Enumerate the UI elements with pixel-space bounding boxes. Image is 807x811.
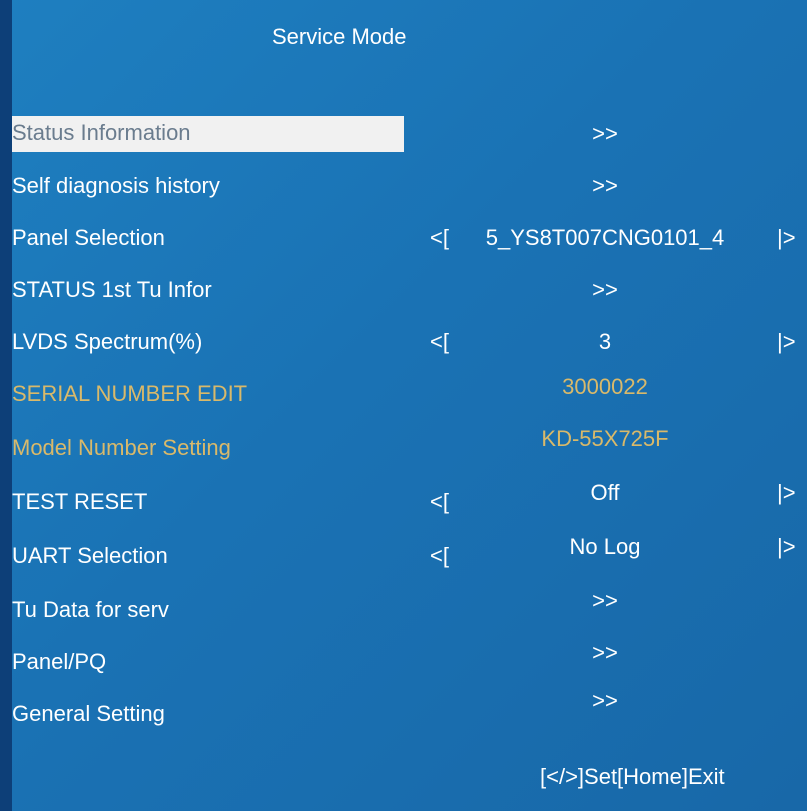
menu-item-test-reset[interactable]: TEST RESET <[ Off |> (0, 480, 807, 524)
setting-value: KD-55X725F (541, 426, 669, 451)
submenu-indicator: >> (592, 688, 618, 713)
increase-arrow-icon[interactable]: |> (777, 225, 796, 251)
menu-item-self-diagnosis-history[interactable]: Self diagnosis history >> (0, 168, 807, 208)
menu-item-tu-data-for-serv[interactable]: Tu Data for serv >> (0, 588, 807, 632)
submenu-indicator: >> (592, 588, 618, 613)
menu-item-label: General Setting (12, 701, 165, 726)
menu-item-label: Tu Data for serv (12, 597, 169, 622)
menu-item-label: STATUS 1st Tu Infor (12, 277, 212, 302)
decrease-arrow-icon[interactable]: <[ (430, 329, 449, 355)
page-title: Service Mode (272, 24, 407, 49)
setting-value: No Log (569, 534, 641, 559)
setting-value: 5_YS8T007CNG0101_4 (485, 225, 725, 250)
decrease-arrow-icon[interactable]: <[ (430, 543, 449, 569)
increase-arrow-icon[interactable]: |> (777, 329, 796, 355)
increase-arrow-icon[interactable]: |> (777, 534, 796, 560)
key-hint-footer: [</>]Set[Home]Exit (540, 764, 725, 789)
menu-item-label: SERIAL NUMBER EDIT (12, 381, 248, 406)
menu-item-panel-selection[interactable]: Panel Selection <[ 5_YS8T007CNG0101_4 |> (0, 220, 807, 260)
menu-item-label: Self diagnosis history (12, 173, 220, 198)
menu-item-serial-number-edit[interactable]: SERIAL NUMBER EDIT 3000022 (0, 374, 807, 416)
menu-item-label: Status Information (12, 116, 404, 152)
menu-item-label: Panel/PQ (12, 649, 107, 674)
decrease-arrow-icon[interactable]: <[ (430, 489, 449, 515)
menu-item-general-setting[interactable]: General Setting >> (0, 688, 807, 736)
menu-item-label: TEST RESET (12, 489, 148, 514)
menu-item-uart-selection[interactable]: UART Selection <[ No Log |> (0, 534, 807, 578)
increase-arrow-icon[interactable]: |> (777, 480, 796, 506)
submenu-indicator: >> (592, 173, 618, 198)
decrease-arrow-icon[interactable]: <[ (430, 225, 449, 251)
submenu-indicator: >> (592, 640, 618, 665)
menu-item-label: UART Selection (12, 543, 168, 568)
submenu-indicator: >> (592, 121, 618, 146)
setting-value: 3 (598, 329, 612, 354)
setting-value: Off (590, 480, 620, 505)
menu-item-status-information[interactable]: Status Information >> (0, 116, 807, 156)
menu-item-lvds-spectrum[interactable]: LVDS Spectrum(%) <[ 3 |> (0, 324, 807, 364)
setting-value: 3000022 (562, 374, 648, 399)
menu-item-status-1st-tu-infor[interactable]: STATUS 1st Tu Infor >> (0, 272, 807, 312)
menu-item-panel-pq[interactable]: Panel/PQ >> (0, 640, 807, 684)
menu-item-label: LVDS Spectrum(%) (12, 329, 203, 354)
submenu-indicator: >> (592, 277, 618, 302)
menu-item-label: Panel Selection (12, 225, 165, 250)
menu-item-label: Model Number Setting (12, 435, 231, 460)
menu-item-model-number-setting[interactable]: Model Number Setting KD-55X725F (0, 426, 807, 470)
